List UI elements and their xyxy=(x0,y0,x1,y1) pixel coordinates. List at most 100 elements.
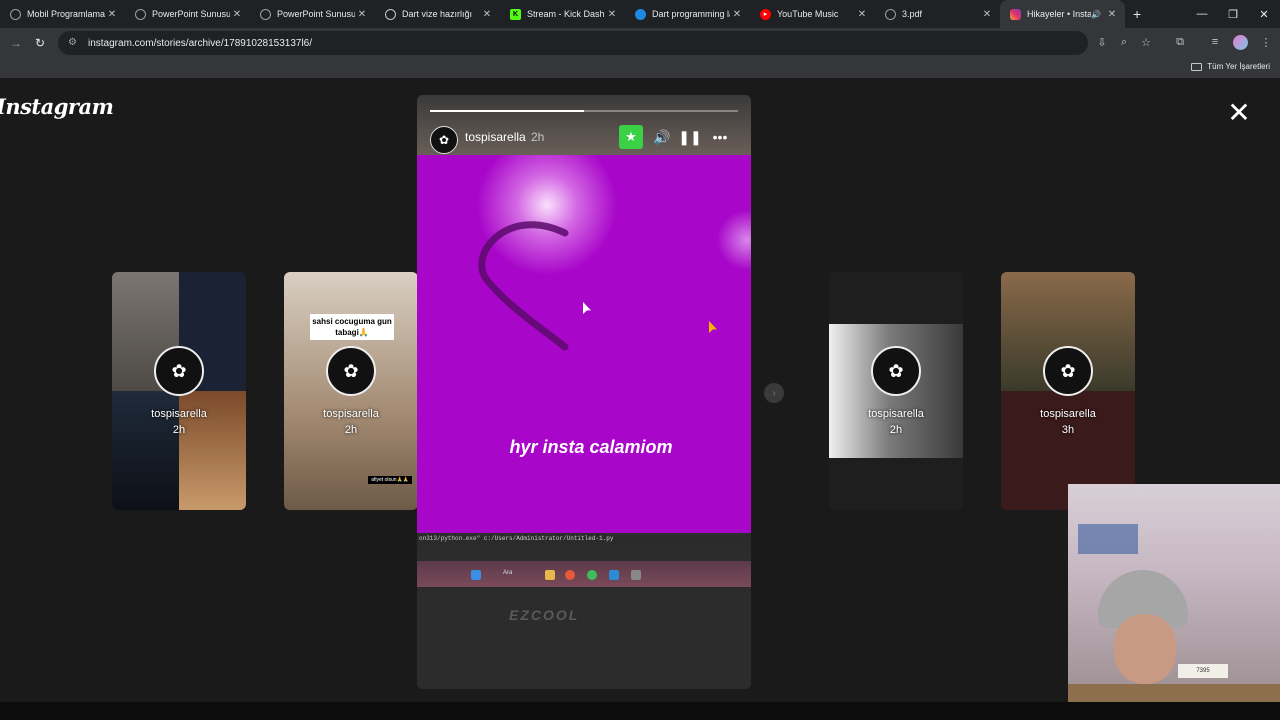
more-options-icon[interactable]: ••• xyxy=(709,126,731,148)
preview-username: tospisarella xyxy=(151,408,207,420)
browser-tab-active[interactable]: Hikayeler • Instag 🔊 ✕ xyxy=(1000,0,1125,28)
bottom-bar xyxy=(0,702,1280,720)
all-bookmarks-button[interactable]: Tüm Yer İşaretleri xyxy=(1191,62,1270,71)
price-tag: 7395 xyxy=(1178,664,1228,678)
profile-avatar[interactable] xyxy=(1233,35,1248,50)
address-bar[interactable]: ⚙ instagram.com/stories/archive/17891028… xyxy=(58,31,1088,55)
folder-icon xyxy=(545,570,555,580)
preview-caption: sahsi cocuguma gun tabagi🙏 xyxy=(310,314,394,340)
story-username[interactable]: tospisarella xyxy=(465,130,526,144)
folder-icon xyxy=(1191,62,1203,71)
chrome-icon xyxy=(565,570,575,580)
preview-username: tospisarella xyxy=(323,408,379,420)
new-tab-icon[interactable]: + xyxy=(1133,6,1141,22)
install-app-icon[interactable]: ⇩ xyxy=(1094,34,1110,50)
close-tab-icon[interactable]: ✕ xyxy=(605,9,619,20)
app-icon xyxy=(631,570,641,580)
avatar: ✿ xyxy=(326,346,376,396)
reload-icon[interactable]: ↻ xyxy=(28,31,52,55)
instagram-icon xyxy=(1010,8,1021,20)
preview-time: 2h xyxy=(172,424,186,436)
tab-title: Dart vize hazırlığı xyxy=(402,9,473,19)
story-preview[interactable]: ✿ tospisarella 2h xyxy=(112,272,246,510)
globe-icon xyxy=(260,8,271,20)
avatar: ✿ xyxy=(871,346,921,396)
zoom-icon[interactable]: ⌕ xyxy=(1116,34,1132,50)
speaker-icon[interactable]: 🔊 xyxy=(1091,10,1101,19)
close-tab-icon[interactable]: ✕ xyxy=(980,9,994,20)
close-stories-icon[interactable]: ✕ xyxy=(1226,99,1252,127)
browser-tab[interactable]: 3.pdf ✕ xyxy=(875,0,1000,28)
menu-icon[interactable]: ⋮ xyxy=(1258,34,1274,50)
close-tab-icon[interactable]: ✕ xyxy=(730,9,744,20)
tab-title: Dart programming la xyxy=(652,9,730,19)
store-sign xyxy=(1078,524,1138,554)
close-friends-star-icon[interactable]: ★ xyxy=(619,125,643,149)
avatar: ✿ xyxy=(154,346,204,396)
dart-icon xyxy=(635,8,646,20)
story-media xyxy=(417,155,751,533)
instagram-logo[interactable]: Instagram xyxy=(0,94,114,119)
url-text: instagram.com/stories/archive/1789102815… xyxy=(88,37,313,49)
photo-taskbar: Ara xyxy=(417,561,751,587)
globe-icon xyxy=(135,8,146,20)
story-photo-monitor: on313/python.exe" c:/Users/Administrator… xyxy=(417,533,751,689)
globe-icon xyxy=(10,8,21,20)
browser-tab[interactable]: PowerPoint Sunusu ✕ xyxy=(250,0,375,28)
story-preview[interactable]: ✿ tospisarella 2h xyxy=(829,272,963,510)
media-controls-icon[interactable]: ≡ xyxy=(1207,34,1223,50)
story-avatar[interactable]: ✿ xyxy=(430,126,458,154)
close-tab-icon[interactable]: ✕ xyxy=(480,9,494,20)
close-tab-icon[interactable]: ✕ xyxy=(855,9,869,20)
preview-time: 2h xyxy=(344,424,358,436)
browser-tab[interactable]: K Stream - Kick Dashbo ✕ xyxy=(500,0,625,28)
drawn-stroke xyxy=(478,221,569,351)
youtube-music-icon: ▸ xyxy=(760,8,771,20)
close-tab-icon[interactable]: ✕ xyxy=(355,9,369,20)
browser-tab-strip: Mobil Programlama ✕ PowerPoint Sunusu ✕ … xyxy=(0,0,1280,28)
preview-time: 3h xyxy=(1061,424,1075,436)
monitor-brand: EZCOOL xyxy=(509,607,580,623)
browser-tab[interactable]: Mobil Programlama ✕ xyxy=(0,0,125,28)
preview-username: tospisarella xyxy=(868,408,924,420)
tab-title: PowerPoint Sunusu xyxy=(277,9,355,19)
restore-icon[interactable]: ❐ xyxy=(1217,0,1249,28)
tab-title: PowerPoint Sunusu xyxy=(152,9,230,19)
windows-icon xyxy=(471,570,481,580)
browser-tab[interactable]: Dart programming la ✕ xyxy=(625,0,750,28)
forward-icon[interactable]: → xyxy=(4,31,28,55)
preview-time: 2h xyxy=(889,424,903,436)
webcam-overlay: 7395 xyxy=(1068,484,1280,706)
kick-icon: K xyxy=(510,8,521,20)
tab-title: YouTube Music xyxy=(777,9,839,19)
window-close-icon[interactable]: ✕ xyxy=(1248,0,1280,28)
pause-icon[interactable]: ❚❚ xyxy=(678,126,701,148)
tab-title: 3.pdf xyxy=(902,9,923,19)
story-preview[interactable]: ✿ tospisarella 3h xyxy=(1001,272,1135,510)
browser-tab[interactable]: PowerPoint Sunusu ✕ xyxy=(125,0,250,28)
close-tab-icon[interactable]: ✕ xyxy=(230,9,244,20)
avatar: ✿ xyxy=(1043,346,1093,396)
preview-tag: afiyet olsun🙏🙏 xyxy=(368,476,412,484)
close-tab-icon[interactable]: ✕ xyxy=(105,9,119,20)
bookmark-star-icon[interactable]: ☆ xyxy=(1138,34,1154,50)
browser-tab[interactable]: Dart vize hazırlığı ✕ xyxy=(375,0,500,28)
terminal-text: on313/python.exe" c:/Users/Administrator… xyxy=(417,535,751,545)
extensions-icon[interactable]: ⧉ xyxy=(1172,34,1188,50)
minimize-icon[interactable]: — xyxy=(1186,0,1218,28)
story-viewer[interactable]: ✿ tospisarella 2h ★ 🔊 ❚❚ ••• hyr insta c… xyxy=(417,95,751,689)
story-time: 2h xyxy=(531,130,545,144)
site-info-icon[interactable]: ⚙ xyxy=(68,37,80,49)
webcam-person xyxy=(1114,614,1176,684)
close-tab-icon[interactable]: ✕ xyxy=(1105,9,1119,20)
volume-icon[interactable]: 🔊 xyxy=(651,126,673,148)
next-story-arrow-icon[interactable]: › xyxy=(764,383,784,403)
browser-toolbar: → ↻ ⚙ instagram.com/stories/archive/1789… xyxy=(0,28,1280,58)
chatgpt-icon xyxy=(385,8,396,20)
bookmarks-bar: Tüm Yer İşaretleri xyxy=(0,58,1280,78)
vscode-icon xyxy=(609,570,619,580)
preview-username: tospisarella xyxy=(1040,408,1096,420)
globe-icon xyxy=(885,8,896,20)
story-preview[interactable]: sahsi cocuguma gun tabagi🙏 ✿ tospisarell… xyxy=(284,272,418,510)
browser-tab[interactable]: ▸ YouTube Music ✕ xyxy=(750,0,875,28)
